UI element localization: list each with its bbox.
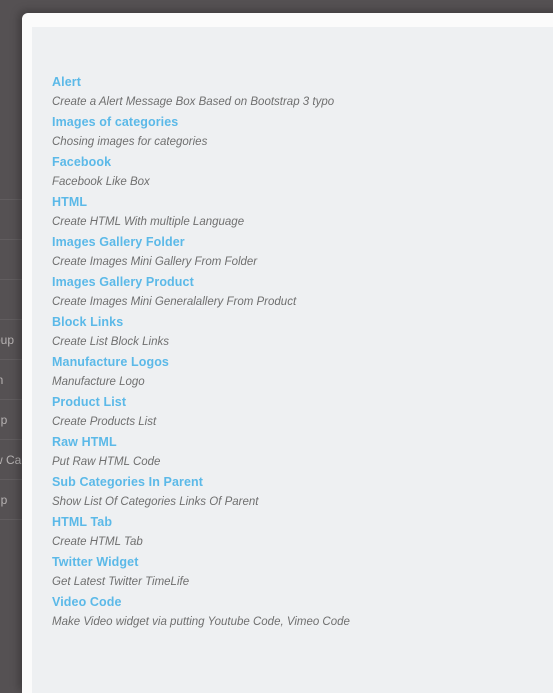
widget-list-item: Manufacture Logos Manufacture Logo (52, 352, 553, 392)
widget-chooser-modal: Alert Create a Alert Message Box Based on… (22, 13, 553, 693)
background-row-label: up (0, 413, 8, 427)
widget-description: Facebook Like Box (52, 176, 150, 188)
widget-description: Chosing images for categories (52, 136, 208, 148)
widget-list-item: Sub Categories In Parent Show List Of Cat… (52, 472, 553, 512)
widget-list-item: Block Links Create List Block Links (52, 312, 553, 352)
widget-list-item: HTML Tab Create HTML Tab (52, 512, 553, 552)
widget-description: Create Images Mini Generalallery From Pr… (52, 296, 297, 308)
widget-title-link[interactable]: HTML (52, 192, 553, 212)
widget-description: Put Raw HTML Code (52, 456, 161, 468)
widget-title-link[interactable]: Images Gallery Folder (52, 232, 553, 252)
widget-title-link[interactable]: Alert (52, 72, 553, 92)
widget-list-item: Facebook Facebook Like Box (52, 152, 553, 192)
widget-title-link[interactable]: Images of categories (52, 112, 553, 132)
widget-title-link[interactable]: Facebook (52, 152, 553, 172)
widget-list-item: Alert Create a Alert Message Box Based on… (52, 72, 553, 112)
widget-description: Create Images Mini Gallery From Folder (52, 256, 258, 268)
widget-description: Create HTML Tab (52, 536, 143, 548)
widget-description: Show List Of Categories Links Of Parent (52, 496, 259, 508)
page-root: oup in up w Ca up Alert Create a Alert Messa… (0, 0, 553, 693)
widget-list-item: Images Gallery Product Create Images Mini… (52, 272, 553, 312)
background-row-label: up (0, 493, 8, 507)
widget-list: Alert Create a Alert Message Box Based on… (32, 27, 553, 632)
widget-list-item: Twitter Widget Get Latest Twitter TimeLif… (52, 552, 553, 592)
widget-title-link[interactable]: HTML Tab (52, 512, 553, 532)
widget-title-link[interactable]: Twitter Widget (52, 552, 553, 572)
widget-list-item: Images of categories Chosing images for c… (52, 112, 553, 152)
background-row-label: in (0, 373, 3, 387)
widget-description: Create List Block Links (52, 336, 169, 348)
widget-list-item: Video Code Make Video widget via putting … (52, 592, 553, 632)
widget-title-link[interactable]: Product List (52, 392, 553, 412)
widget-description: Create HTML With multiple Language (52, 216, 245, 228)
widget-description: Manufacture Logo (52, 376, 145, 388)
widget-title-link[interactable]: Images Gallery Product (52, 272, 553, 292)
modal-body-panel: Alert Create a Alert Message Box Based on… (32, 27, 553, 693)
background-row-label: oup (0, 333, 15, 347)
widget-list-item: HTML Create HTML With multiple Language (52, 192, 553, 232)
widget-description: Create Products List (52, 416, 157, 428)
widget-title-link[interactable]: Sub Categories In Parent (52, 472, 553, 492)
background-row-label: w Ca (0, 453, 22, 467)
widget-description: Make Video widget via putting Youtube Co… (52, 616, 350, 628)
widget-list-item: Images Gallery Folder Create Images Mini … (52, 232, 553, 272)
widget-title-link[interactable]: Raw HTML (52, 432, 553, 452)
widget-list-item: Raw HTML Put Raw HTML Code (52, 432, 553, 472)
widget-description: Create a Alert Message Box Based on Boot… (52, 96, 335, 108)
widget-title-link[interactable]: Block Links (52, 312, 553, 332)
widget-description: Get Latest Twitter TimeLife (52, 576, 190, 588)
widget-title-link[interactable]: Manufacture Logos (52, 352, 553, 372)
widget-title-link[interactable]: Video Code (52, 592, 553, 612)
widget-list-item: Product List Create Products List (52, 392, 553, 432)
